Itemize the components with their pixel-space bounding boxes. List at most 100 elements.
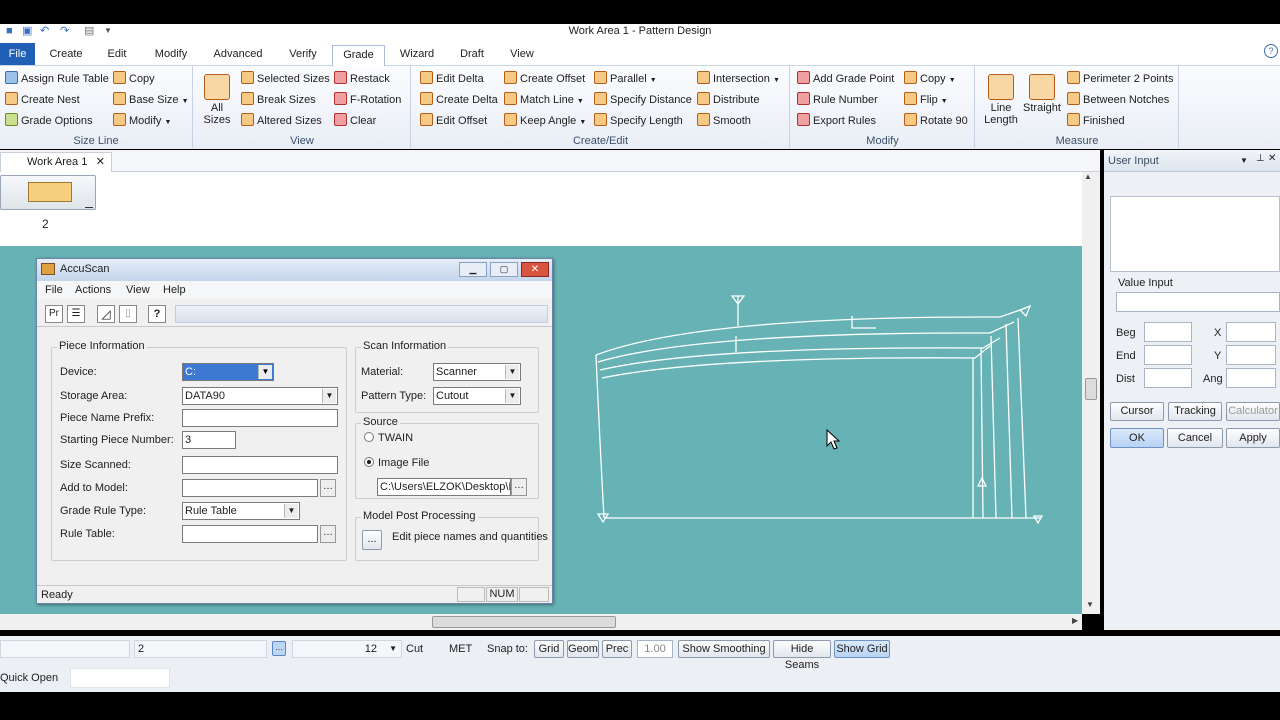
tab-wizard[interactable]: Wizard [390, 45, 444, 66]
specify-length-button[interactable]: Specify Length [594, 112, 683, 130]
browse-image-button[interactable]: … [511, 478, 527, 496]
tab-edit[interactable]: Edit [94, 45, 140, 66]
edit-delta-button[interactable]: Edit Delta [420, 70, 484, 88]
show-smoothing-button[interactable]: Show Smoothing [678, 640, 770, 658]
modify-button[interactable]: Modify ▼ [113, 112, 171, 130]
flip-button[interactable]: Flip ▼ [904, 91, 948, 109]
close-icon[interactable]: ✕ [1268, 153, 1276, 164]
break-sizes-button[interactable]: Break Sizes [241, 91, 316, 109]
device-select[interactable]: C: ▼ [182, 363, 274, 381]
perimeter-2-points-button[interactable]: Perimeter 2 Points [1067, 70, 1173, 88]
apply-button[interactable]: Apply [1226, 428, 1280, 448]
scroll-down-icon[interactable]: ▼ [1086, 600, 1094, 609]
list-icon[interactable]: ☰ [67, 305, 85, 323]
straight-button[interactable]: Straight [1022, 74, 1062, 114]
snap-geom-button[interactable]: Geom [567, 640, 599, 658]
calculator-button[interactable]: Calculator [1226, 402, 1280, 421]
tab-file[interactable]: File [0, 43, 35, 65]
line-length-button[interactable]: Line Length [982, 74, 1020, 126]
tab-modify[interactable]: Modify [143, 45, 199, 66]
close-icon[interactable]: ✕ [96, 153, 105, 171]
maximize-button[interactable]: ▢ [490, 262, 518, 277]
chevron-down-icon[interactable]: ▼ [505, 365, 519, 379]
ellipsis-button[interactable]: … [272, 641, 286, 656]
image-path-input[interactable]: C:\Users\ELZOK\Desktop\IM [377, 478, 511, 496]
modify-copy-button[interactable]: Copy ▼ [904, 70, 956, 88]
cursor-button[interactable]: Cursor [1110, 402, 1164, 421]
altered-sizes-button[interactable]: Altered Sizes [241, 112, 322, 130]
size-scanned-input[interactable] [182, 456, 338, 474]
rule-number-button[interactable]: Rule Number [797, 91, 878, 109]
close-button[interactable]: ✕ [521, 262, 549, 277]
dist-input[interactable] [1144, 368, 1192, 388]
storage-area-select[interactable]: DATA90 ▼ [182, 387, 338, 405]
selected-sizes-button[interactable]: Selected Sizes [241, 70, 330, 88]
chevron-down-icon[interactable]: ▼ [505, 389, 519, 403]
keep-angle-button[interactable]: Keep Angle ▼ [504, 112, 586, 130]
quick-open-input[interactable] [70, 668, 170, 688]
material-select[interactable]: Scanner ▼ [433, 363, 521, 381]
chevron-down-icon[interactable]: ▼ [322, 389, 336, 403]
create-delta-button[interactable]: Create Delta [420, 91, 498, 109]
browse-model-button[interactable]: … [320, 479, 336, 497]
base-size-button[interactable]: Base Size ▼ [113, 91, 189, 109]
clear-button[interactable]: Clear [334, 112, 376, 130]
minimize-button[interactable]: ▁ [459, 262, 487, 277]
ok-button[interactable]: OK [1110, 428, 1164, 448]
grade-options-button[interactable]: Grade Options [5, 112, 93, 130]
help-icon[interactable]: ? [1264, 44, 1278, 58]
piece-name-prefix-input[interactable] [182, 409, 338, 427]
browse-rule-table-button[interactable]: … [320, 525, 336, 543]
precision-input[interactable]: 1.00 [637, 640, 673, 658]
beg-input[interactable] [1144, 322, 1192, 342]
scroll-up-icon[interactable]: ▲ [1084, 172, 1092, 181]
parallel-button[interactable]: Parallel ▼ [594, 70, 657, 88]
cancel-button[interactable]: Cancel [1167, 428, 1223, 448]
menu-view[interactable]: View [126, 283, 150, 297]
disabled-tool-icon[interactable]: ▯ [119, 305, 137, 323]
value-input-field[interactable] [1116, 292, 1280, 312]
tab-view[interactable]: View [499, 45, 545, 66]
chevron-down-icon[interactable]: ▼ [389, 641, 397, 657]
image-file-radio[interactable] [364, 457, 374, 467]
x-input[interactable] [1226, 322, 1276, 342]
distribute-button[interactable]: Distribute [697, 91, 759, 109]
finished-button[interactable]: Finished [1067, 112, 1125, 130]
pattern-type-select[interactable]: Cutout ▼ [433, 387, 521, 405]
draw-icon[interactable]: ◿ [97, 305, 115, 323]
match-line-button[interactable]: Match Line ▼ [504, 91, 584, 109]
between-notches-button[interactable]: Between Notches [1067, 91, 1169, 109]
scroll-right-icon[interactable]: ▶ [1072, 616, 1078, 625]
y-input[interactable] [1226, 345, 1276, 365]
add-grade-point-button[interactable]: Add Grade Point [797, 70, 894, 88]
all-sizes-button[interactable]: All Sizes [202, 74, 232, 126]
properties-icon[interactable]: Pr [45, 305, 63, 323]
menu-file[interactable]: File [45, 283, 63, 297]
vertical-scrollbar[interactable]: ▲ ▼ [1082, 172, 1100, 614]
edit-piece-names-button[interactable]: ... [362, 530, 382, 550]
show-grid-button[interactable]: Show Grid [834, 640, 890, 658]
menu-help[interactable]: Help [163, 283, 186, 297]
copy-button[interactable]: Copy [113, 70, 155, 88]
end-input[interactable] [1144, 345, 1192, 365]
create-nest-button[interactable]: Create Nest [5, 91, 80, 109]
chevron-down-icon[interactable]: ▼ [1240, 156, 1248, 165]
user-input-area[interactable] [1110, 196, 1280, 272]
assign-rule-table-button[interactable]: Assign Rule Table [5, 70, 109, 88]
rule-table-input[interactable] [182, 525, 318, 543]
horizontal-scrollbar[interactable]: ▶ [0, 614, 1082, 630]
size-select[interactable]: 12 ▼ [292, 640, 402, 658]
intersection-button[interactable]: Intersection ▼ [697, 70, 780, 88]
specify-distance-button[interactable]: Specify Distance [594, 91, 692, 109]
horizontal-scroll-thumb[interactable] [432, 616, 616, 628]
vertical-scroll-thumb[interactable] [1085, 378, 1097, 400]
help-icon[interactable]: ? [148, 305, 166, 323]
add-to-model-input[interactable] [182, 479, 318, 497]
restack-button[interactable]: Restack [334, 70, 390, 88]
pin-icon[interactable]: ⊥ [1256, 153, 1265, 164]
tab-create[interactable]: Create [40, 45, 92, 66]
export-rules-button[interactable]: Export Rules [797, 112, 876, 130]
rotate-90-button[interactable]: Rotate 90 [904, 112, 968, 130]
tab-grade[interactable]: Grade [332, 45, 385, 66]
snap-prec-button[interactable]: Prec [602, 640, 632, 658]
